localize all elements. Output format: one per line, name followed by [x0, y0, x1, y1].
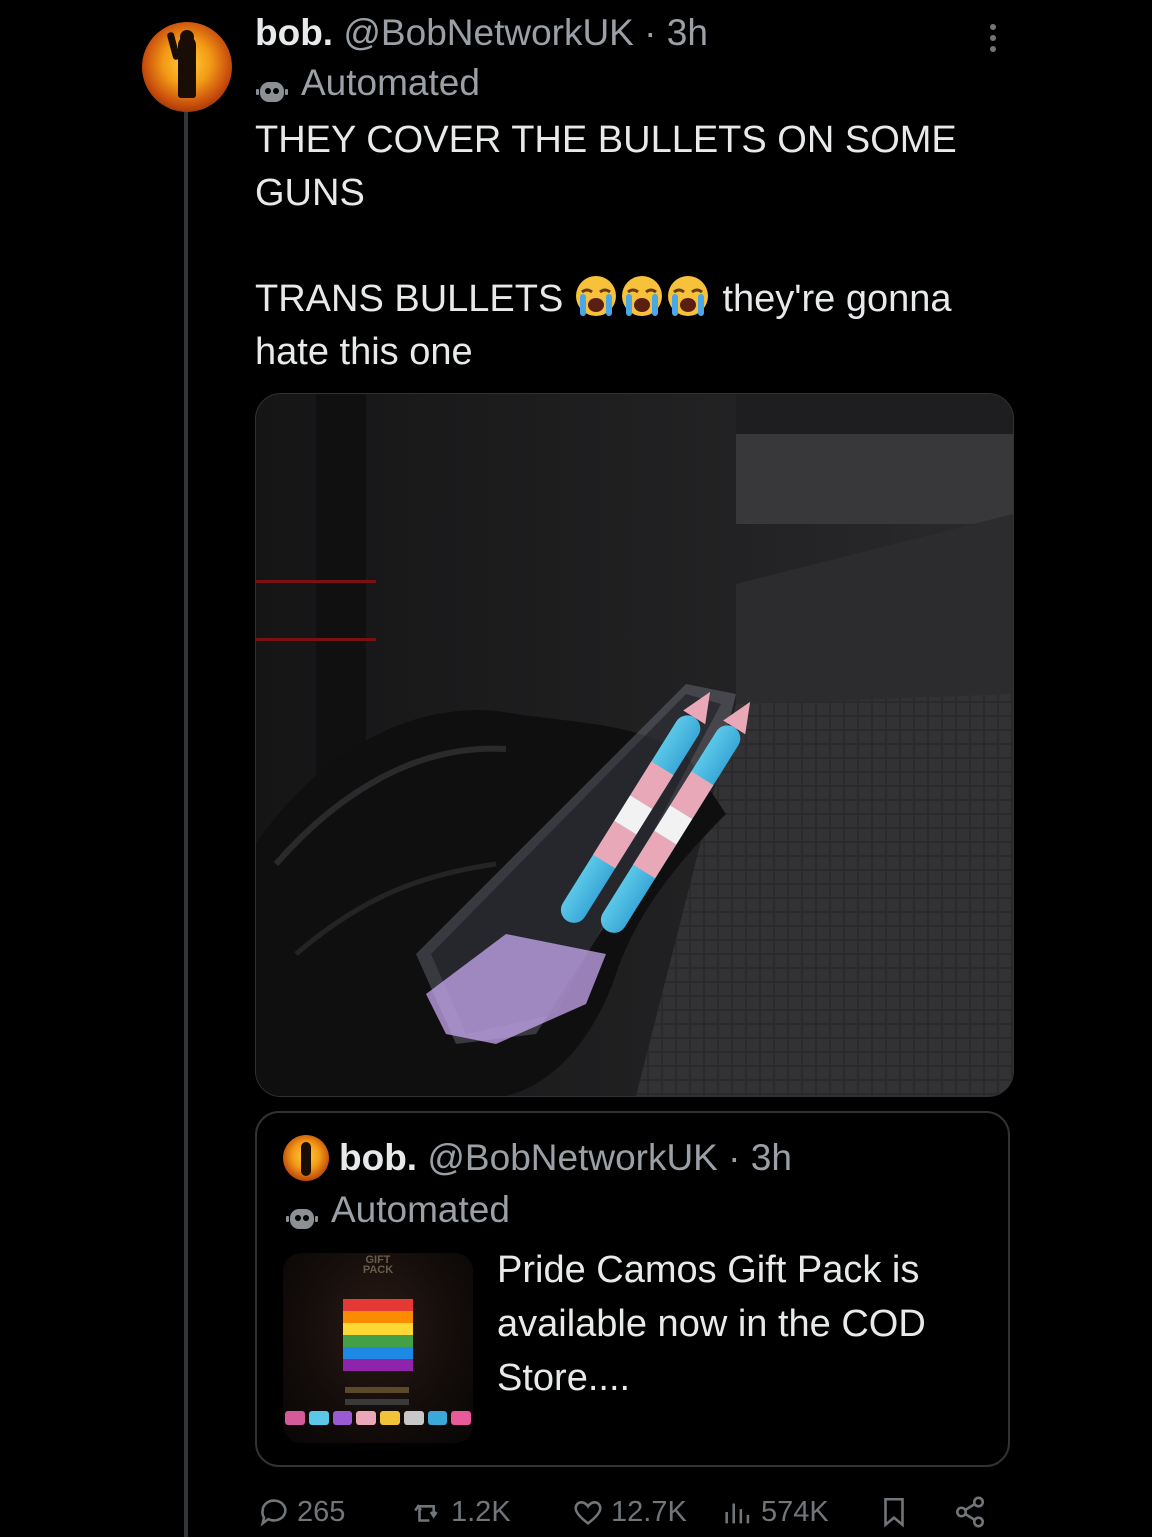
- more-options-icon[interactable]: [978, 18, 1008, 58]
- post-image[interactable]: [255, 393, 1014, 1097]
- share-icon: [955, 1496, 985, 1528]
- thread-line: [184, 112, 188, 1537]
- quoted-avatar[interactable]: [283, 1135, 329, 1181]
- like-button[interactable]: 12.7K: [571, 1488, 687, 1536]
- quoted-author-name[interactable]: bob.: [339, 1137, 417, 1178]
- bot-icon: [255, 70, 289, 102]
- repost-count: 1.2K: [451, 1495, 511, 1528]
- avatar-figure: [178, 36, 196, 98]
- quoted-automated-label: Automated: [285, 1187, 510, 1233]
- action-bar: 265 1.2K 12.7K 574K: [255, 1488, 1015, 1536]
- reply-count: 265: [297, 1495, 346, 1528]
- repost-button[interactable]: 1.2K: [411, 1488, 511, 1536]
- thumb-button-bar: [345, 1399, 409, 1405]
- post-text-line2-start: TRANS BULLETS: [255, 278, 564, 320]
- quoted-separator: ·: [728, 1137, 741, 1178]
- bookmark-icon: [884, 1497, 904, 1528]
- quoted-handle[interactable]: @BobNetworkUK: [427, 1137, 718, 1178]
- bot-icon: [285, 1197, 319, 1229]
- post-image-scene: [256, 394, 1013, 1096]
- author-handle[interactable]: @BobNetworkUK: [343, 12, 634, 53]
- rainbow-flag-icon: [343, 1299, 413, 1371]
- separator: ·: [644, 12, 657, 53]
- author-name[interactable]: bob.: [255, 12, 333, 53]
- quoted-automated-text: Automated: [331, 1189, 510, 1230]
- like-count: 12.7K: [611, 1495, 687, 1528]
- reply-icon: [260, 1499, 287, 1527]
- post-text-line1: THEY COVER THE BULLETS ON SOME GUNS: [255, 119, 957, 214]
- thumb-button-bar: [345, 1387, 409, 1393]
- share-button[interactable]: [953, 1488, 987, 1536]
- post-header: bob. @BobNetworkUK · 3h: [255, 10, 708, 56]
- quoted-thumbnail[interactable]: GIFT PACK: [283, 1253, 473, 1443]
- views-count: 574K: [761, 1495, 829, 1528]
- quoted-time[interactable]: 3h: [751, 1137, 792, 1178]
- heart-icon: [574, 1501, 602, 1525]
- automated-label: Automated: [255, 60, 480, 106]
- views-button[interactable]: 574K: [721, 1488, 829, 1536]
- reply-button[interactable]: 265: [257, 1488, 345, 1536]
- loudly-crying-face-icon: [620, 274, 664, 318]
- post-time[interactable]: 3h: [667, 12, 708, 53]
- gift-pack-label: GIFT PACK: [362, 1254, 394, 1276]
- loudly-crying-face-icon: [574, 274, 618, 318]
- automated-text: Automated: [301, 62, 480, 103]
- bookmark-button[interactable]: [877, 1488, 911, 1536]
- quoted-text: Pride Camos Gift Pack is available now i…: [497, 1249, 926, 1399]
- camo-chips: [285, 1411, 471, 1425]
- quoted-header: bob. @BobNetworkUK · 3h: [339, 1135, 792, 1181]
- quoted-post[interactable]: bob. @BobNetworkUK · 3h Automated GIFT P…: [255, 1111, 1010, 1467]
- post-text-line2: TRANS BULLETS they're gonna hate this on…: [255, 273, 1015, 379]
- avatar[interactable]: [142, 22, 232, 112]
- repost-icon: [414, 1504, 438, 1522]
- post-text: THEY COVER THE BULLETS ON SOME GUNS TRAN…: [255, 114, 1015, 379]
- loudly-crying-face-icon: [666, 274, 710, 318]
- views-icon: [725, 1503, 750, 1524]
